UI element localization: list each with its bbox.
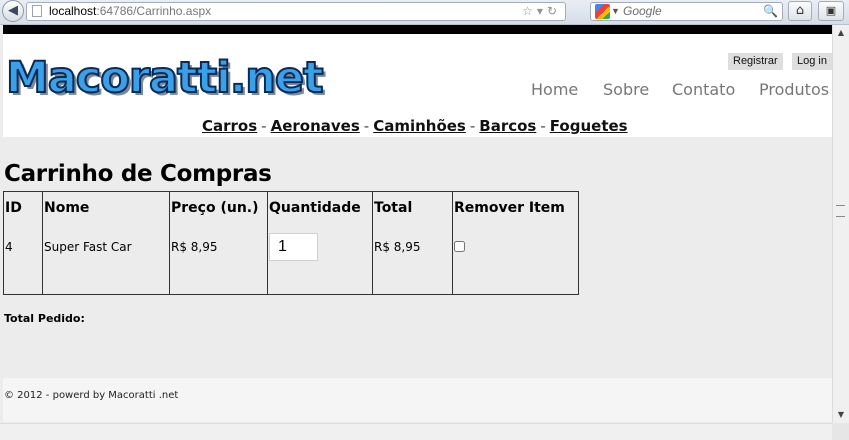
site-logo[interactable]: Macoratti.net [5,52,325,104]
footer-copyright: © 2012 - powerd by Macoratti .net [4,390,179,401]
register-link[interactable]: Registrar [728,53,783,70]
back-arrow-icon: ◀ [8,3,18,18]
page-title: Carrinho de Compras [4,161,272,187]
dropdown-icon[interactable]: ▾ [537,4,547,18]
url-host: localhost [49,4,97,18]
nav-sobre[interactable]: Sobre [603,80,649,99]
category-menu: Carros - Aeronaves - Caminhões - Barcos - Foguet… [202,117,628,135]
url-path: :64786/Carrinho.aspx [96,4,212,18]
cell-total: R$ 8,95 [372,221,453,295]
scroll-up-icon[interactable]: ▲ [833,25,849,41]
search-placeholder: Google [623,4,662,18]
window-icon: ▣ [825,4,837,17]
cell-remove [452,221,579,295]
scrollbar-corner [832,423,849,440]
column-header-total: Total [372,191,453,222]
nav-produtos[interactable]: Produtos [759,80,829,99]
reload-icon[interactable]: ↻ [547,4,561,18]
login-link[interactable]: Log in [792,53,832,70]
home-button[interactable]: ⌂ [788,1,812,21]
quantity-input[interactable] [269,232,318,261]
page-icon [32,5,42,17]
nav-home[interactable]: Home [531,80,578,99]
nav-contato[interactable]: Contato [672,80,735,99]
column-header-id: ID [3,191,43,222]
address-bar[interactable]: localhost:64786/Carrinho.aspx ☆▾↻ [26,2,566,21]
cell-quantity [267,221,373,295]
url-text: localhost:64786/Carrinho.aspx [49,3,211,20]
cart-table: ID Nome Preço (un.) Quantidade Total Rem… [3,191,579,295]
bookmark-star-icon[interactable]: ☆ [522,4,537,18]
cell-id: 4 [3,221,43,295]
remove-item-checkbox[interactable] [454,240,465,252]
menu-button[interactable]: ▣ [818,1,844,21]
home-icon: ⌂ [795,3,805,18]
search-bar[interactable]: ▼ Google 🔍 [590,2,783,21]
search-icon[interactable]: 🔍 [763,3,778,20]
table-row: 4 Super Fast Car R$ 8,95 R$ 8,95 [3,221,579,295]
chevron-down-icon[interactable]: ▼ [611,3,620,20]
column-header-nome: Nome [42,191,170,222]
column-header-quantidade: Quantidade [267,191,373,222]
category-aeronaves[interactable]: Aeronaves [271,117,360,135]
horizontal-scrollbar[interactable] [0,423,832,440]
category-foguetes[interactable]: Foguetes [550,117,628,135]
scroll-grip[interactable] [836,205,845,217]
category-barcos[interactable]: Barcos [479,117,536,135]
cell-price: R$ 8,95 [169,221,268,295]
url-actions: ☆▾↻ [522,3,561,20]
site-top-bar [3,25,832,34]
category-carros[interactable]: Carros [202,117,257,135]
order-total-label: Total Pedido: [4,312,85,325]
back-button[interactable]: ◀ [2,0,24,22]
column-header-preco: Preço (un.) [169,191,268,222]
cell-name: Super Fast Car [42,221,170,295]
browser-toolbar: ◀ localhost:64786/Carrinho.aspx ☆▾↻ ▼ Go… [0,0,849,25]
table-header-row: ID Nome Preço (un.) Quantidade Total Rem… [3,191,579,222]
column-header-remover: Remover Item [452,191,579,222]
category-caminhoes[interactable]: Caminhões [373,117,466,135]
vertical-scrollbar[interactable]: ▲ ▼ [832,25,849,423]
scroll-down-icon[interactable]: ▼ [833,407,849,423]
google-icon[interactable] [595,4,610,19]
